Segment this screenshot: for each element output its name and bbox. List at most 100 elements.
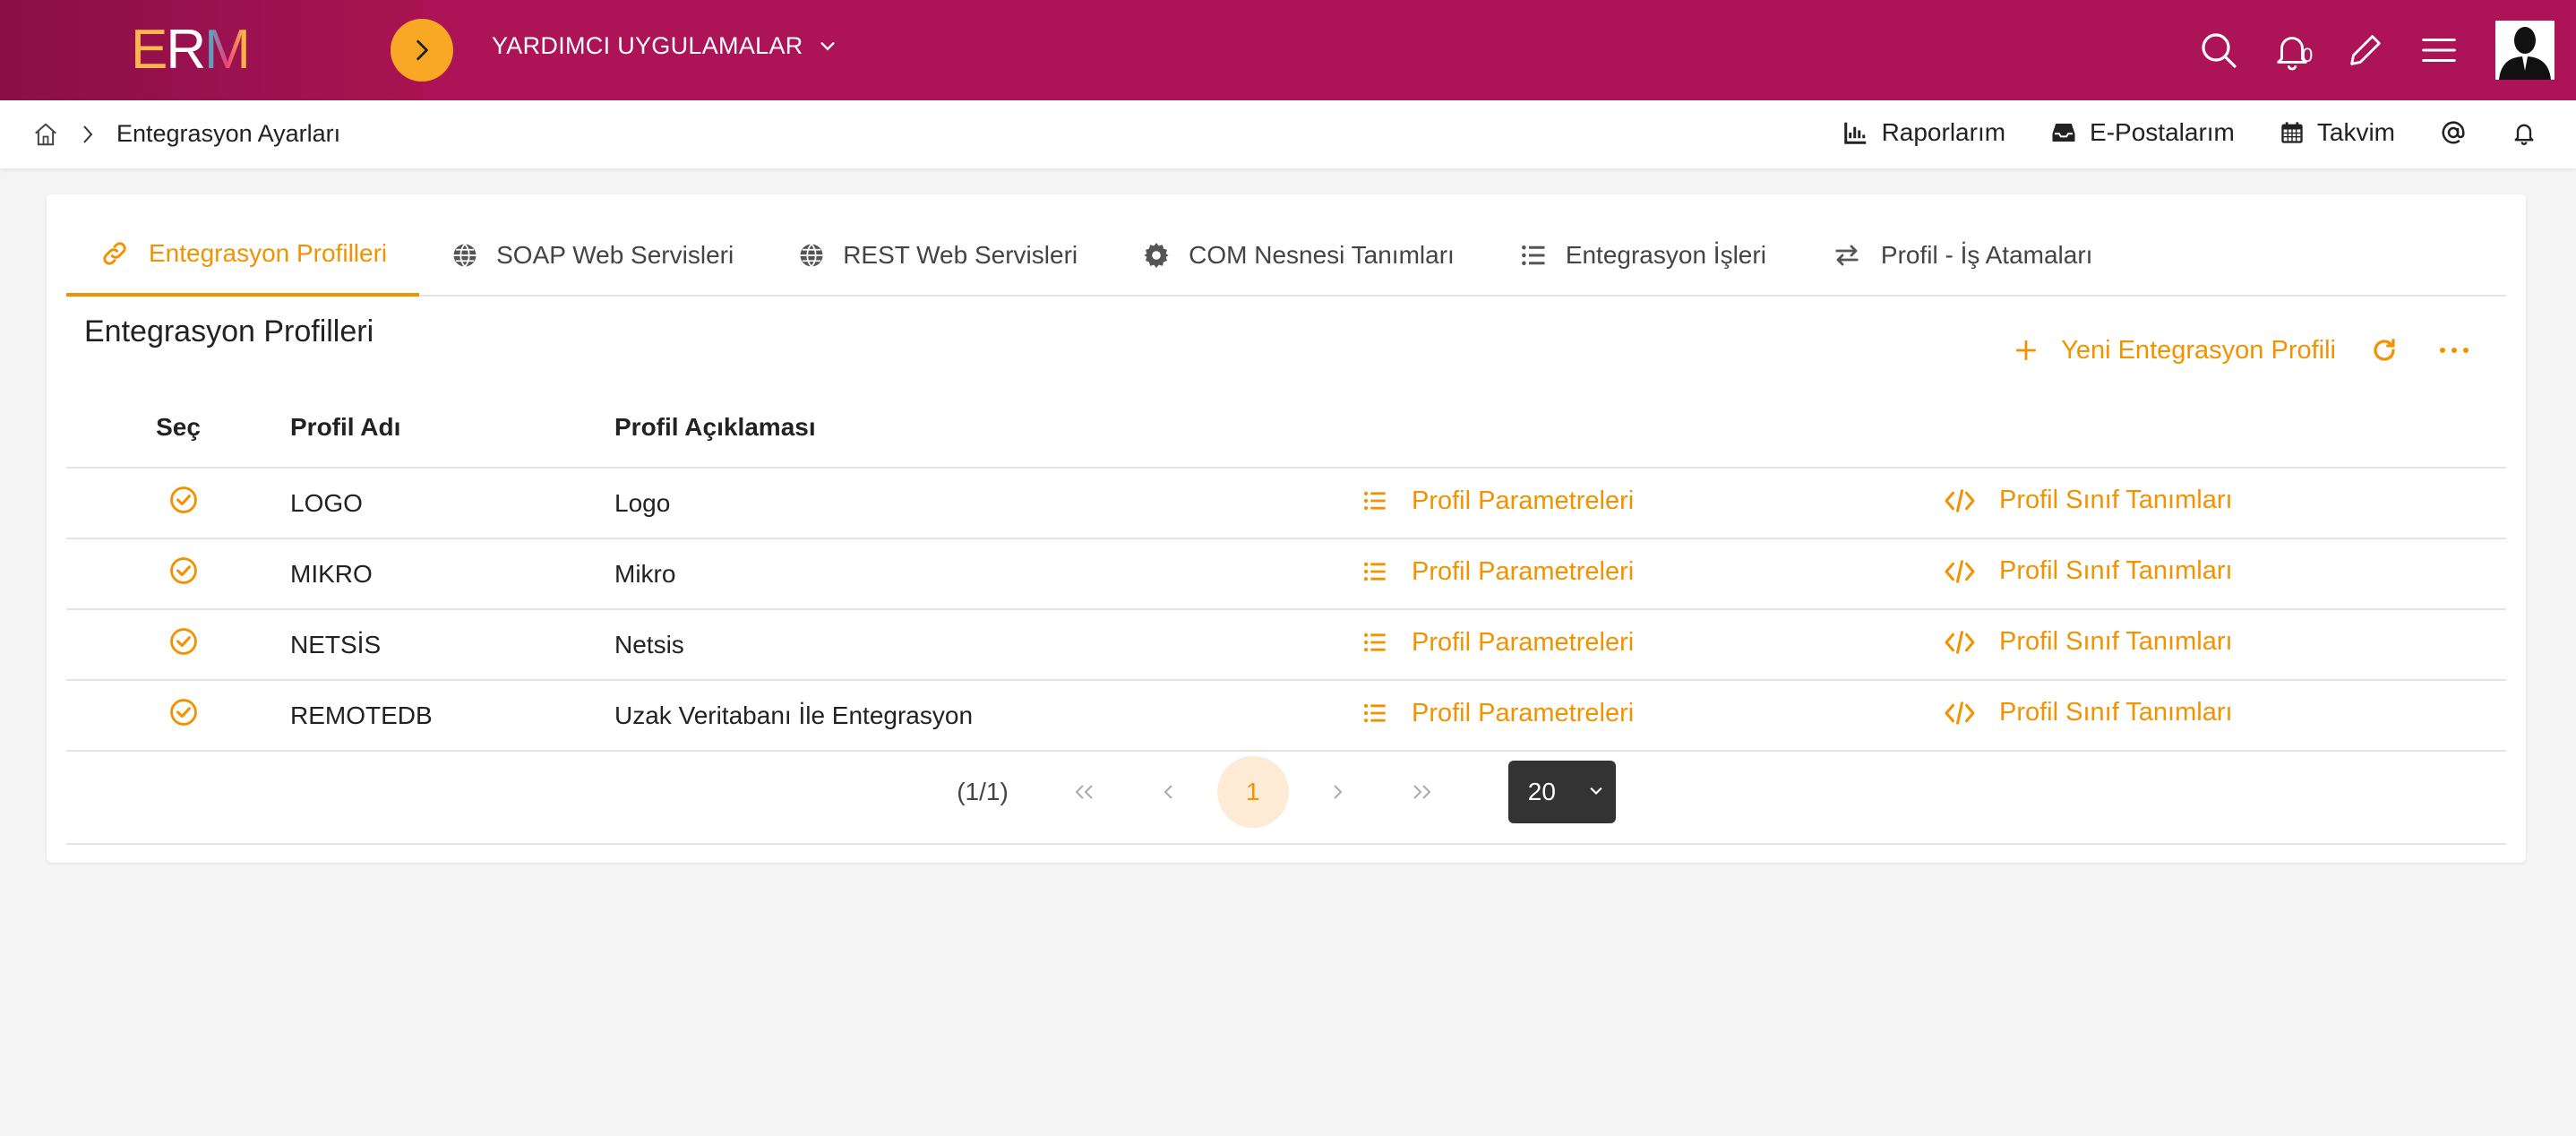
tab-com-object-definitions[interactable]: COM Nesnesi Tanımları (1110, 214, 1487, 297)
new-integration-profile-button[interactable]: Yeni Entegrasyon Profili (2014, 336, 2336, 366)
select-cell (66, 538, 290, 609)
table-row: LOGO Logo Profil Parametreleri Profil Sı… (66, 467, 2506, 538)
profile-name: LOGO (290, 467, 614, 538)
tab-label: Entegrasyon İşleri (1565, 241, 1766, 269)
tab-rest-web-services[interactable]: REST Web Servisleri (766, 214, 1110, 297)
profile-parameters-link[interactable]: Profil Parametreleri (1361, 486, 1634, 516)
edit-button[interactable] (2334, 19, 2397, 82)
apps-menu[interactable]: YARDIMCI UYGULAMALAR (492, 32, 837, 60)
page-button-current[interactable]: 1 (1216, 756, 1289, 828)
chevron-right-icon (83, 125, 93, 143)
page-size-value: 20 (1527, 778, 1556, 805)
paginator: (1/1) 1 20 (47, 752, 2526, 832)
tab-label: SOAP Web Servisleri (496, 241, 734, 269)
tab-label: COM Nesnesi Tanımları (1189, 241, 1455, 269)
column-header-name[interactable]: Profil Adı (290, 387, 614, 468)
list-icon (1363, 562, 1386, 581)
double-chevron-left-icon (1075, 785, 1093, 799)
quick-link-label: Raporlarım (1881, 118, 2006, 146)
code-icon (1945, 489, 1975, 512)
tab-soap-web-services[interactable]: SOAP Web Servisleri (419, 214, 766, 297)
column-header-description[interactable]: Profil Açıklaması (614, 387, 1361, 468)
tab-label: REST Web Servisleri (843, 241, 1078, 269)
next-page-button[interactable] (1301, 756, 1373, 828)
bell-icon (2514, 124, 2534, 145)
link-label: Profil Sınıf Tanımları (1999, 698, 2233, 727)
check-circle-icon[interactable] (168, 697, 199, 727)
card-actions: Yeni Entegrasyon Profili (2014, 329, 2476, 372)
link-label: Profil Parametreleri (1412, 486, 1635, 515)
profile-class-definitions-link[interactable]: Profil Sınıf Tanımları (1944, 556, 2233, 586)
breadcrumb-current: Entegrasyon Ayarları (116, 120, 341, 147)
link-label: Profil Sınıf Tanımları (1999, 627, 2233, 657)
page-info: (1/1) (957, 778, 1009, 805)
calendar-icon (2281, 122, 2303, 143)
report-chart-icon (1843, 122, 1866, 144)
list-icon (1521, 245, 1545, 265)
sub-header: Entegrasyon Ayarları Raporlarım E-Postal… (0, 100, 2576, 168)
mentions-button[interactable] (2440, 119, 2467, 146)
sidebar-toggle-button[interactable] (391, 19, 453, 82)
profile-class-definitions-link[interactable]: Profil Sınıf Tanımları (1944, 627, 2233, 657)
apps-menu-label: YARDIMCI UYGULAMALAR (492, 32, 803, 59)
quick-links: Raporlarım E-Postalarım Takvim (1798, 118, 2537, 147)
search-button[interactable] (2187, 19, 2250, 82)
quick-link-reports[interactable]: Raporlarım (1842, 118, 2005, 147)
profile-parameters-link[interactable]: Profil Parametreleri (1361, 699, 1634, 728)
chevron-down-icon (820, 41, 835, 50)
plus-icon (2016, 340, 2036, 360)
profile-name: NETSİS (290, 608, 614, 680)
check-circle-icon[interactable] (168, 626, 199, 657)
at-sign-icon (2442, 121, 2465, 144)
quick-link-emails[interactable]: E-Postalarım (2050, 118, 2235, 147)
link-label: Profil Parametreleri (1412, 556, 1635, 586)
notifications-button[interactable]: 0 (2261, 19, 2323, 82)
main-card: Entegrasyon Profilleri SOAP Web Servisle… (47, 194, 2526, 863)
tab-integration-profiles[interactable]: Entegrasyon Profilleri (66, 214, 420, 297)
quick-link-calendar[interactable]: Takvim (2280, 118, 2395, 147)
previous-page-button[interactable] (1133, 756, 1205, 828)
refresh-button[interactable] (2363, 329, 2406, 372)
quick-link-label: Takvim (2316, 118, 2395, 146)
more-options-button[interactable] (2433, 329, 2476, 372)
home-icon[interactable] (32, 121, 59, 148)
column-header-select: Seç (156, 412, 201, 441)
page-size-select[interactable]: 20 (1507, 761, 1616, 823)
profile-class-definitions-link[interactable]: Profil Sınıf Tanımları (1944, 698, 2233, 727)
breadcrumb: Entegrasyon Ayarları (32, 120, 340, 148)
refresh-icon (2374, 339, 2395, 361)
table-row: NETSİS Netsis Profil Parametreleri Profi… (66, 608, 2506, 680)
code-icon (1945, 560, 1975, 583)
select-cell (66, 608, 290, 680)
select-cell (66, 467, 290, 538)
table-row: REMOTEDB Uzak Veritabanı İle Entegrasyon… (66, 679, 2506, 752)
first-page-button[interactable] (1049, 756, 1121, 828)
profile-parameters-link[interactable]: Profil Parametreleri (1361, 628, 1634, 658)
profile-description: Netsis (614, 608, 1361, 680)
chevron-right-icon (416, 39, 428, 61)
profile-class-definitions-link[interactable]: Profil Sınıf Tanımları (1944, 486, 2233, 515)
profiles-table: Seç Profil Adı Profil Açıklaması LOGO Lo… (66, 387, 2506, 752)
tab-profile-job-assignments[interactable]: Profil - İş Atamaları (1799, 214, 2125, 297)
tab-integration-jobs[interactable]: Entegrasyon İşleri (1487, 214, 1799, 297)
column-header-params (1361, 387, 1944, 468)
top-bar: ERM YARDIMCI UYGULAMALAR 0 (0, 0, 2576, 100)
link-icon (103, 242, 126, 265)
last-page-button[interactable] (1386, 756, 1457, 828)
link-label: Profil Sınıf Tanımları (1999, 486, 2233, 515)
profile-parameters-link[interactable]: Profil Parametreleri (1361, 557, 1634, 587)
menu-button[interactable] (2408, 19, 2470, 82)
section-title: Entegrasyon Profilleri (84, 314, 374, 349)
profile-name: REMOTEDB (290, 679, 614, 752)
erm-logo[interactable]: ERM (131, 19, 251, 81)
divider (66, 843, 2506, 845)
alerts-button[interactable] (2512, 119, 2537, 146)
user-silhouette-icon (2495, 21, 2555, 80)
list-icon (1363, 491, 1386, 511)
user-avatar[interactable] (2495, 21, 2555, 80)
check-circle-icon[interactable] (168, 555, 199, 586)
double-chevron-right-icon (1413, 785, 1431, 799)
gear-icon (1144, 243, 1169, 268)
check-circle-icon[interactable] (168, 485, 199, 515)
globe-icon (453, 243, 477, 268)
